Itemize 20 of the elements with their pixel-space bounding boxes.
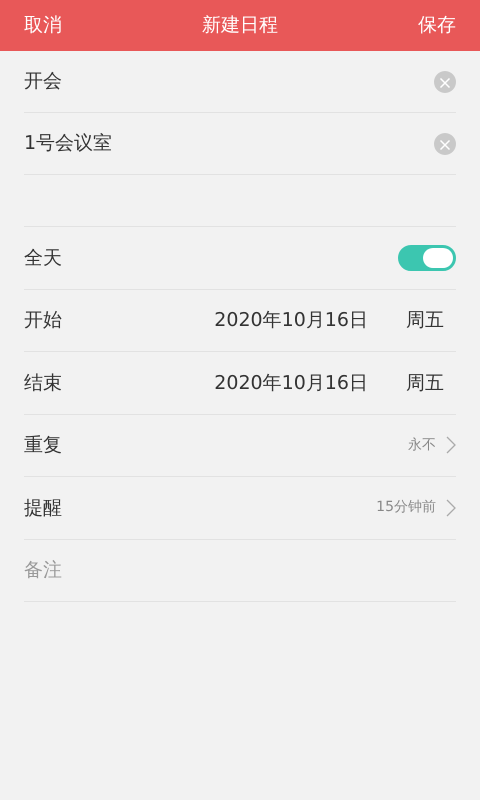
weekday-value: 周五 (406, 308, 444, 333)
chevron-icon (446, 436, 456, 454)
clear-icon[interactable] (434, 132, 456, 154)
save-button[interactable]: 保存 (418, 11, 456, 40)
clear-icon[interactable] (434, 70, 456, 92)
setting-label: 全天 (24, 246, 62, 270)
input-field[interactable]: 开会 (24, 67, 434, 96)
date-value[interactable]: 2020年10月16日 (214, 306, 368, 334)
cancel-button[interactable]: 取消 (24, 11, 62, 40)
weekday-value: 周五 (406, 370, 444, 396)
setting-label: 开始 (24, 308, 62, 333)
setting-label: 结束 (24, 370, 62, 396)
date-value[interactable]: 2020年10月16日 (214, 368, 368, 397)
notes-field[interactable]: 备注 (24, 556, 456, 584)
chevron-icon (446, 498, 456, 517)
screen-title: 新建日程 (202, 13, 278, 38)
input-field[interactable]: 1号会议室 (24, 129, 434, 158)
setting-label: 重复 (24, 433, 62, 458)
setting-label: 提醒 (24, 496, 62, 520)
toggle-switch[interactable] (398, 244, 456, 271)
